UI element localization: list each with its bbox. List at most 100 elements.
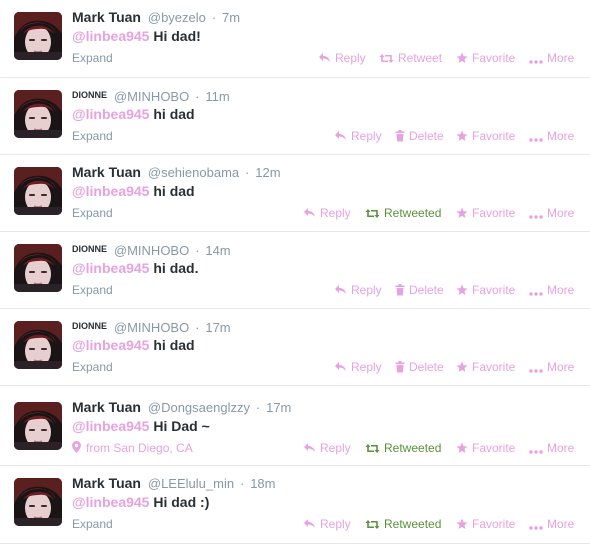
tweet-item[interactable]: Mark Tuan @sehienobama · 12m @linbea945 … [0,155,590,232]
retweeted-button[interactable]: Retweeted [365,440,441,456]
favorite-button[interactable]: Favorite [456,440,515,456]
mention-link[interactable]: @linbea945 [72,28,149,44]
user-name[interactable]: Mark Tuan [72,164,141,180]
avatar[interactable] [14,402,62,450]
more-button[interactable]: More [529,282,574,298]
tweet-body: Hi Dad ~ [153,418,210,434]
user-name[interactable]: Mark Tuan [72,475,141,491]
favorite-button[interactable]: Favorite [456,282,515,298]
user-name[interactable]: Mark Tuan [72,9,141,25]
reply-button[interactable]: Reply [334,128,382,144]
favorite-button[interactable]: Favorite [456,50,515,66]
action-label: Retweeted [384,441,442,455]
user-name[interactable]: DIONNE [72,321,107,331]
user-handle[interactable]: @MINHOBO [114,320,189,335]
mention-link[interactable]: @linbea945 [72,494,149,510]
tweet-feed: Mark Tuan @byezelo · 7m @linbea945 Hi da… [0,0,590,544]
avatar[interactable] [14,90,62,138]
favorite-button[interactable]: Favorite [456,359,515,375]
timestamp[interactable]: 12m [255,165,280,180]
more-button[interactable]: More [529,50,574,66]
action-label: Reply [320,517,351,531]
tweet-item[interactable]: Mark Tuan @Dongsaenglzzy · 17m @linbea94… [0,386,590,466]
expand-link[interactable]: Expand [72,50,113,66]
timestamp[interactable]: 17m [205,320,230,335]
mention-link[interactable]: @linbea945 [72,106,149,122]
favorite-button[interactable]: Favorite [456,128,515,144]
more-button[interactable]: More [529,128,574,144]
user-handle[interactable]: @byezelo [148,10,206,25]
reply-button[interactable]: Reply [303,516,351,532]
favorite-button[interactable]: Favorite [456,516,515,532]
location-link[interactable]: from San Diego, CA [72,440,193,456]
delete-button[interactable]: Delete [395,282,444,298]
mention-link[interactable]: @linbea945 [72,260,149,276]
retweet-button[interactable]: Retweet [379,50,442,66]
user-handle[interactable]: @LEElulu_min [148,476,234,491]
reply-button[interactable]: Reply [334,359,382,375]
user-handle[interactable]: @Dongsaenglzzy [148,400,250,415]
more-icon [529,441,547,455]
tweet-body: hi dad [153,106,195,122]
reply-button[interactable]: Reply [303,440,351,456]
timestamp[interactable]: 7m [222,10,240,25]
action-label: More [547,129,575,143]
avatar[interactable] [14,321,62,369]
favorite-icon [456,517,472,531]
reply-icon [334,129,351,143]
timestamp[interactable]: 17m [266,400,291,415]
favorite-icon [456,441,472,455]
favorite-button[interactable]: Favorite [456,205,515,221]
retweeted-button[interactable]: Retweeted [365,205,441,221]
tweet-item[interactable]: Mark Tuan @LEElulu_min · 18m @linbea945 … [0,466,590,544]
mention-link[interactable]: @linbea945 [72,418,149,434]
favorite-icon [456,206,472,220]
avatar[interactable] [14,167,62,215]
delete-icon [395,360,409,374]
avatar[interactable] [14,478,62,526]
timestamp[interactable]: 18m [250,476,275,491]
mention-link[interactable]: @linbea945 [72,183,149,199]
user-handle[interactable]: @MINHOBO [114,89,189,104]
reply-button[interactable]: Reply [318,50,366,66]
action-label: Favorite [472,441,516,455]
tweet-item[interactable]: DIONNE @MINHOBO · 11m @linbea945 hi dad … [0,78,590,155]
action-label: Favorite [472,129,516,143]
timestamp[interactable]: 11m [205,89,229,104]
action-label: More [547,441,575,455]
user-name[interactable]: DIONNE [72,244,107,254]
avatar[interactable] [14,244,62,292]
action-label: Favorite [472,283,516,297]
expand-link[interactable]: Expand [72,516,113,532]
favorite-icon [456,129,472,143]
avatar[interactable] [14,12,62,60]
delete-button[interactable]: Delete [395,359,444,375]
tweet-item[interactable]: DIONNE @MINHOBO · 14m @linbea945 hi dad.… [0,232,590,309]
tweet-item[interactable]: DIONNE @MINHOBO · 17m @linbea945 hi dad … [0,309,590,386]
more-button[interactable]: More [529,440,574,456]
user-handle[interactable]: @MINHOBO [114,243,189,258]
timestamp[interactable]: 14m [205,243,230,258]
retweeted-button[interactable]: Retweeted [365,516,441,532]
tweet-body: Hi dad :) [153,494,210,510]
reply-button[interactable]: Reply [303,205,351,221]
more-icon [529,283,547,297]
expand-link[interactable]: Expand [72,205,113,221]
tweet-item[interactable]: Mark Tuan @byezelo · 7m @linbea945 Hi da… [0,0,590,78]
mention-link[interactable]: @linbea945 [72,337,149,353]
expand-link[interactable]: Expand [72,282,113,298]
reply-button[interactable]: Reply [334,282,382,298]
expand-link[interactable]: Expand [72,128,113,144]
location-pin-icon [72,441,81,453]
user-handle[interactable]: @sehienobama [148,165,239,180]
user-name[interactable]: DIONNE [72,90,107,100]
tweet-header: DIONNE @MINHOBO · 14m [72,240,231,258]
more-button[interactable]: More [529,205,574,221]
action-label: More [547,283,575,297]
retweet-icon [379,51,398,65]
more-button[interactable]: More [529,359,574,375]
user-name[interactable]: Mark Tuan [72,399,141,415]
expand-link[interactable]: Expand [72,359,113,375]
delete-button[interactable]: Delete [395,128,444,144]
more-button[interactable]: More [529,516,574,532]
